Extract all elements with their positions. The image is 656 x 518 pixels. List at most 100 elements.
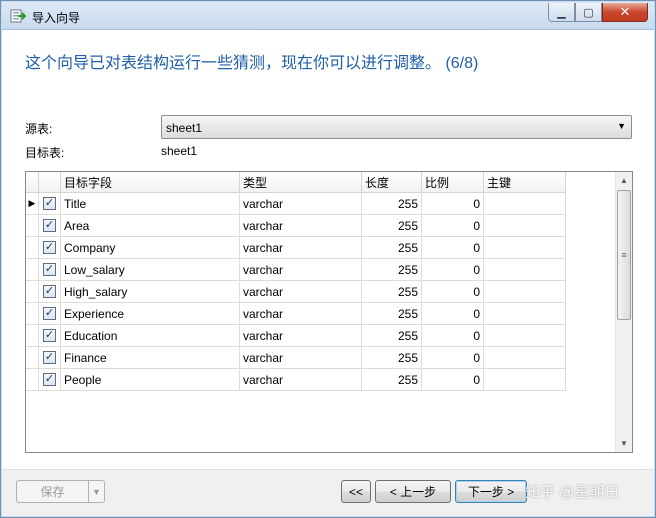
primary-key-cell[interactable] <box>484 347 566 369</box>
table-row[interactable]: ✓ Area varchar 255 0 <box>26 215 566 237</box>
import-checkbox[interactable]: ✓ <box>43 329 56 342</box>
length-cell[interactable]: 255 <box>362 325 422 347</box>
field-name-cell[interactable]: Area <box>61 215 240 237</box>
previous-step-label: < 上一步 <box>389 485 437 499</box>
source-table-select[interactable]: sheet1 ▼ <box>161 115 632 139</box>
table-row[interactable]: ✓ People varchar 255 0 <box>26 369 566 391</box>
row-indicator-cell <box>26 369 39 391</box>
import-checkbox[interactable]: ✓ <box>43 263 56 276</box>
save-dropdown-button[interactable]: ▼ <box>88 480 105 503</box>
field-name-cell[interactable]: People <box>61 369 240 391</box>
row-indicator-cell <box>26 281 39 303</box>
import-checkbox-cell: ✓ <box>39 281 61 303</box>
length-cell[interactable]: 255 <box>362 303 422 325</box>
import-checkbox-cell: ✓ <box>39 347 61 369</box>
length-cell[interactable]: 255 <box>362 347 422 369</box>
first-step-button[interactable]: << <box>341 480 371 503</box>
field-name-cell[interactable]: Finance <box>61 347 240 369</box>
length-cell[interactable]: 255 <box>362 259 422 281</box>
type-cell[interactable]: varchar <box>240 369 362 391</box>
save-button[interactable]: 保存 <box>16 480 89 503</box>
column-header-primary-key[interactable]: 主键 <box>484 172 566 193</box>
table-row[interactable]: ✓ Experience varchar 255 0 <box>26 303 566 325</box>
type-cell[interactable]: varchar <box>240 259 362 281</box>
scale-cell[interactable]: 0 <box>422 281 484 303</box>
row-indicator-cell <box>26 259 39 281</box>
scale-cell[interactable]: 0 <box>422 193 484 215</box>
import-checkbox[interactable]: ✓ <box>43 351 56 364</box>
scale-cell[interactable]: 0 <box>422 303 484 325</box>
column-header-scale[interactable]: 比例 <box>422 172 484 193</box>
field-name-cell[interactable]: Company <box>61 237 240 259</box>
scroll-down-icon[interactable]: ▼ <box>616 435 632 452</box>
type-cell[interactable]: varchar <box>240 303 362 325</box>
field-name-cell[interactable]: Low_salary <box>61 259 240 281</box>
watermark: 知乎 @星期日 <box>525 484 620 501</box>
scale-cell[interactable]: 0 <box>422 325 484 347</box>
primary-key-cell[interactable] <box>484 369 566 391</box>
scroll-thumb[interactable]: ≡ <box>617 190 631 320</box>
first-step-label: << <box>348 484 363 499</box>
primary-key-cell[interactable] <box>484 237 566 259</box>
import-checkbox[interactable]: ✓ <box>43 197 56 210</box>
length-cell[interactable]: 255 <box>362 369 422 391</box>
scale-cell[interactable]: 0 <box>422 369 484 391</box>
table-row[interactable]: ✓ Education varchar 255 0 <box>26 325 566 347</box>
import-checkbox[interactable]: ✓ <box>43 285 56 298</box>
type-cell[interactable]: varchar <box>240 325 362 347</box>
minimize-button[interactable]: ▁ <box>548 3 575 22</box>
import-checkbox-cell: ✓ <box>39 369 61 391</box>
length-cell[interactable]: 255 <box>362 237 422 259</box>
import-checkbox[interactable]: ✓ <box>43 307 56 320</box>
column-header-length[interactable]: 长度 <box>362 172 422 193</box>
import-checkbox[interactable]: ✓ <box>43 373 56 386</box>
close-button[interactable]: ✕ <box>602 3 648 22</box>
type-cell[interactable]: varchar <box>240 215 362 237</box>
title-bar[interactable]: 导入向导 ▁ ▢ ✕ <box>2 2 654 30</box>
primary-key-cell[interactable] <box>484 215 566 237</box>
minimize-icon: ▁ <box>557 6 566 19</box>
maximize-button[interactable]: ▢ <box>575 3 602 22</box>
scale-cell[interactable]: 0 <box>422 215 484 237</box>
length-cell[interactable]: 255 <box>362 215 422 237</box>
length-cell[interactable]: 255 <box>362 281 422 303</box>
scale-cell[interactable]: 0 <box>422 259 484 281</box>
column-header-target-field[interactable]: 目标字段 <box>61 172 240 193</box>
table-row[interactable]: ✓ Finance varchar 255 0 <box>26 347 566 369</box>
scroll-up-icon[interactable]: ▲ <box>616 172 632 189</box>
import-wizard-icon <box>10 9 26 23</box>
vertical-scrollbar[interactable]: ▲ ≡ ▼ <box>615 172 632 452</box>
primary-key-cell[interactable] <box>484 281 566 303</box>
table-row[interactable]: ▶ ✓ Title varchar 255 0 <box>26 193 566 215</box>
table-row[interactable]: ✓ High_salary varchar 255 0 <box>26 281 566 303</box>
import-checkbox-cell: ✓ <box>39 215 61 237</box>
table-row[interactable]: ✓ Company varchar 255 0 <box>26 237 566 259</box>
next-step-button[interactable]: 下一步 > <box>455 480 527 503</box>
current-row-indicator-icon: ▶ <box>26 193 39 215</box>
length-cell[interactable]: 255 <box>362 193 422 215</box>
primary-key-cell[interactable] <box>484 259 566 281</box>
import-checkbox-cell: ✓ <box>39 193 61 215</box>
previous-step-button[interactable]: < 上一步 <box>375 480 451 503</box>
scale-cell[interactable]: 0 <box>422 347 484 369</box>
primary-key-cell[interactable] <box>484 303 566 325</box>
primary-key-cell[interactable] <box>484 193 566 215</box>
target-table-label: 目标表: <box>25 146 65 160</box>
type-cell[interactable]: varchar <box>240 347 362 369</box>
primary-key-cell[interactable] <box>484 325 566 347</box>
next-step-label: 下一步 > <box>467 485 515 499</box>
scale-cell[interactable]: 0 <box>422 237 484 259</box>
field-name-cell[interactable]: Experience <box>61 303 240 325</box>
column-header-type[interactable]: 类型 <box>240 172 362 193</box>
type-cell[interactable]: varchar <box>240 237 362 259</box>
import-checkbox[interactable]: ✓ <box>43 219 56 232</box>
field-name-cell[interactable]: High_salary <box>61 281 240 303</box>
field-mapping-grid[interactable]: 目标字段 类型 长度 比例 主键 ▶ ✓ Title varchar 255 0 ✓ Area… <box>25 171 633 453</box>
field-name-cell[interactable]: Title <box>61 193 240 215</box>
row-indicator-cell <box>26 325 39 347</box>
type-cell[interactable]: varchar <box>240 281 362 303</box>
type-cell[interactable]: varchar <box>240 193 362 215</box>
field-name-cell[interactable]: Education <box>61 325 240 347</box>
import-checkbox[interactable]: ✓ <box>43 241 56 254</box>
table-row[interactable]: ✓ Low_salary varchar 255 0 <box>26 259 566 281</box>
